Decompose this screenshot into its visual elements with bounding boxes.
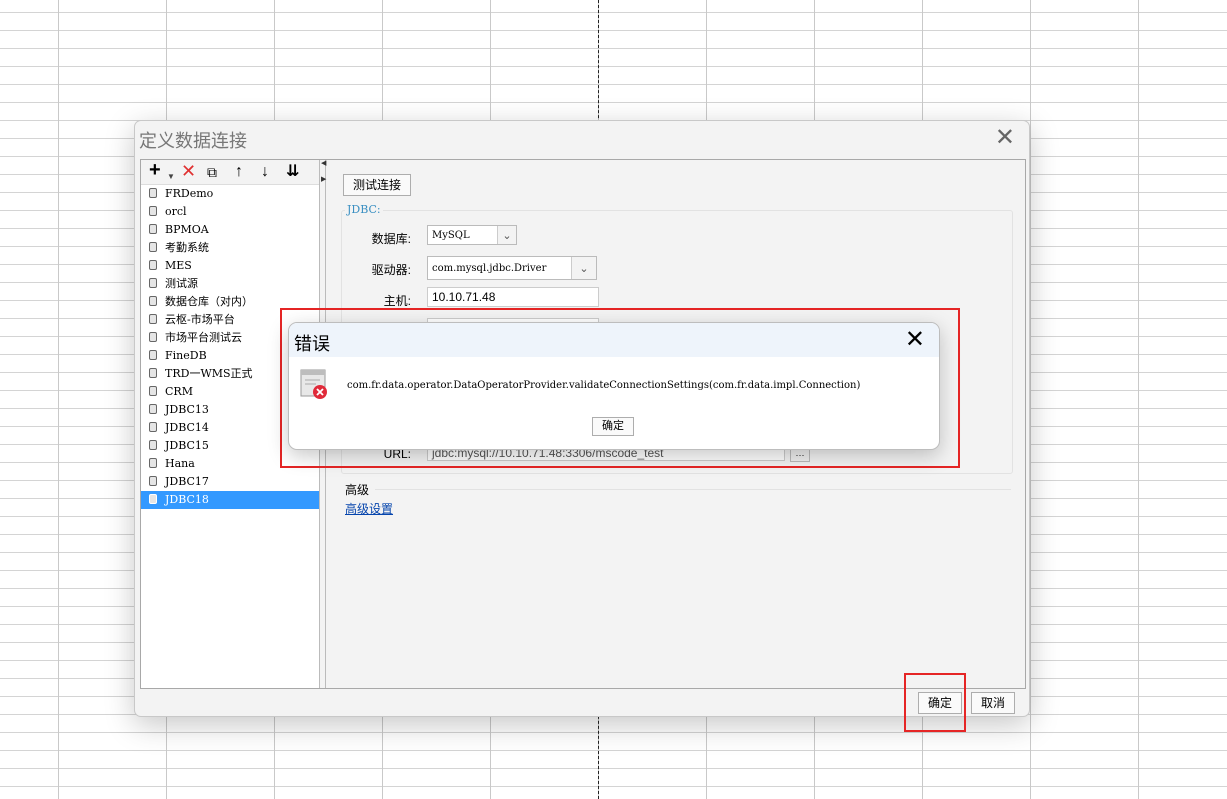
datasource-item[interactable]: orcl: [141, 203, 319, 221]
delete-icon[interactable]: ✕: [181, 162, 196, 180]
error-message: com.fr.data.operator.DataOperatorProvide…: [347, 380, 861, 391]
database-icon: [149, 404, 157, 414]
database-icon: [149, 188, 157, 198]
jdbc-group-title: JDBC:: [345, 203, 383, 216]
datasource-item-label: 市场平台测试云: [165, 331, 242, 344]
error-dialog-header: 错误 ✕: [289, 323, 939, 357]
close-icon[interactable]: ✕: [995, 126, 1015, 150]
arrow-down-icon[interactable]: ↓: [261, 163, 269, 181]
database-icon: [149, 440, 157, 450]
database-icon: [149, 350, 157, 360]
database-select[interactable]: MySQL ⌄: [427, 225, 517, 245]
chevron-down-icon[interactable]: ▼: [167, 168, 175, 186]
datasource-item-label: 测试源: [165, 277, 198, 290]
dialog-title: 定义数据连接: [139, 131, 247, 151]
database-icon: [149, 260, 157, 270]
chevron-down-icon[interactable]: ⌄: [497, 226, 516, 244]
error-dialog: 错误 ✕ com.fr.data.operator.DataOperatorPr…: [288, 322, 940, 450]
datasource-item-label: TRD一WMS正式: [165, 367, 253, 380]
database-icon: [149, 386, 157, 396]
copy-icon[interactable]: ⧉: [207, 163, 217, 181]
close-icon[interactable]: ✕: [905, 327, 925, 353]
database-icon: [149, 314, 157, 324]
driver-label: 驱动器:: [371, 263, 411, 277]
ok-button[interactable]: 确定: [918, 692, 962, 714]
datasource-item-label: JDBC15: [165, 439, 209, 452]
datasource-item[interactable]: BPMOA: [141, 221, 319, 239]
database-select-value: MySQL: [432, 230, 470, 241]
add-icon[interactable]: +: [149, 160, 161, 180]
driver-select-value: com.mysql.jdbc.Driver: [432, 263, 547, 274]
datasource-item[interactable]: 数据仓库（对内）: [141, 293, 319, 311]
datasource-item-label: FineDB: [165, 349, 207, 362]
database-icon: [149, 476, 157, 486]
datasource-item-label: MES: [165, 259, 192, 272]
database-icon: [149, 368, 157, 378]
database-label: 数据库:: [371, 232, 411, 246]
advanced-settings-link[interactable]: 高级设置: [345, 500, 393, 517]
advanced-section-title: 高级: [345, 483, 370, 497]
driver-select[interactable]: com.mysql.jdbc.Driver ⌄: [427, 256, 597, 280]
datasource-item-label: BPMOA: [165, 223, 209, 236]
database-icon: [149, 332, 157, 342]
datasource-item-label: orcl: [165, 205, 187, 218]
datasource-item-label: 数据仓库（对内）: [165, 295, 253, 308]
datasource-item-label: 云枢-市场平台: [165, 313, 235, 326]
database-icon: [149, 278, 157, 288]
datasource-item[interactable]: Hana: [141, 455, 319, 473]
datasource-item-label: Hana: [165, 457, 195, 470]
database-icon: [149, 224, 157, 234]
datasource-item-label: JDBC14: [165, 421, 209, 434]
datasource-item-label: 考勤系统: [165, 241, 209, 254]
cancel-button[interactable]: 取消: [971, 692, 1015, 714]
datasource-item-label: JDBC17: [165, 475, 209, 488]
url-more-button[interactable]: ···: [790, 448, 810, 462]
host-label: 主机:: [383, 294, 411, 308]
datasource-item-label: FRDemo: [165, 187, 214, 200]
datasource-item[interactable]: 测试源: [141, 275, 319, 293]
datasource-item[interactable]: FRDemo: [141, 185, 319, 203]
datasource-toolbar: + ▼ ✕ ⧉ ↑ ↓ ⇊: [141, 160, 319, 185]
database-icon: [149, 458, 157, 468]
datasource-item-label: JDBC18: [165, 493, 209, 506]
error-ok-button[interactable]: 确定: [592, 417, 634, 436]
chevron-down-icon[interactable]: ⌄: [571, 257, 596, 279]
database-icon: [149, 242, 157, 252]
error-icon: [300, 369, 327, 399]
sort-icon[interactable]: ⇊: [286, 163, 299, 181]
datasource-item[interactable]: JDBC17: [141, 473, 319, 491]
datasource-item[interactable]: JDBC18: [141, 491, 319, 509]
error-dialog-title: 错误: [294, 334, 330, 354]
database-icon: [149, 422, 157, 432]
datasource-item-label: JDBC13: [165, 403, 209, 416]
database-icon: [149, 206, 157, 216]
datasource-item-label: CRM: [165, 385, 193, 398]
host-input[interactable]: 10.10.71.48: [427, 287, 599, 307]
test-connection-button[interactable]: 测试连接: [343, 174, 411, 196]
database-icon: [149, 494, 157, 504]
advanced-divider: [375, 489, 1011, 490]
splitter-arrows-icon[interactable]: ◀ ▶: [321, 160, 326, 184]
datasource-item[interactable]: MES: [141, 257, 319, 275]
database-icon: [149, 296, 157, 306]
datasource-item[interactable]: 考勤系统: [141, 239, 319, 257]
arrow-up-icon[interactable]: ↑: [235, 163, 243, 181]
